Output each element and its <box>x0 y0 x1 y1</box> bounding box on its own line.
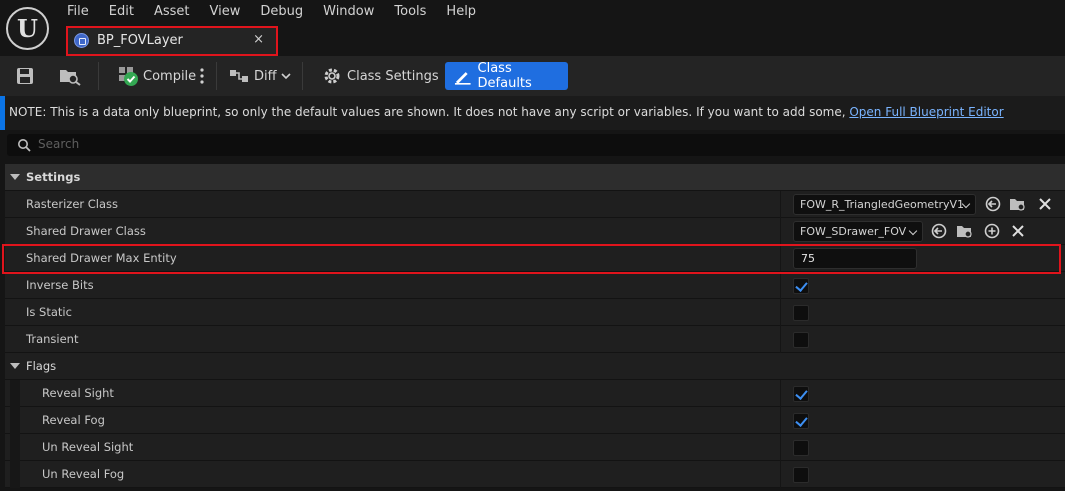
clear-icon[interactable] <box>1036 195 1054 213</box>
clear-icon[interactable] <box>1009 222 1027 240</box>
property-un-reveal-fog: Un Reveal Fog <box>5 461 1065 488</box>
diff-icon <box>230 70 248 82</box>
menu-help[interactable]: Help <box>436 0 486 24</box>
rasterizer-class-combo[interactable]: FOW_R_TriangledGeometryV1 <box>793 194 976 215</box>
close-tab-icon[interactable]: × <box>253 32 264 47</box>
property-inverse-bits: Inverse Bits <box>5 272 1065 299</box>
menu-bar: File Edit Asset View Debug Window Tools … <box>57 0 486 24</box>
browse-button[interactable] <box>58 62 82 90</box>
note-text: NOTE: This is a data only blueprint, so … <box>9 105 850 119</box>
collapse-arrow-icon[interactable] <box>10 363 20 369</box>
property-label: Reveal Fog <box>42 413 105 427</box>
reveal-sight-checkbox[interactable] <box>793 386 809 402</box>
open-full-blueprint-editor-link[interactable]: Open Full Blueprint Editor <box>849 105 1003 119</box>
property-label: Shared Drawer Max Entity <box>26 251 177 265</box>
save-button[interactable] <box>15 62 35 90</box>
diff-button[interactable]: Diff <box>229 62 291 90</box>
combo-value: FOW_SDrawer_FOV <box>800 225 907 238</box>
un-reveal-fog-checkbox[interactable] <box>793 467 809 483</box>
shared-drawer-max-entity-field[interactable]: 75 <box>793 248 917 269</box>
gear-icon <box>324 68 340 84</box>
compile-button[interactable]: Compile <box>117 62 196 90</box>
menu-window[interactable]: Window <box>313 0 384 24</box>
compile-icon <box>119 67 138 86</box>
search-icon <box>18 139 31 152</box>
menu-file[interactable]: File <box>57 0 99 24</box>
menu-tools[interactable]: Tools <box>384 0 436 24</box>
property-label: Transient <box>26 332 79 346</box>
is-static-checkbox[interactable] <box>793 305 809 321</box>
search-input[interactable]: Search <box>7 134 1065 156</box>
chevron-down-icon <box>908 226 918 236</box>
property-reveal-sight: Reveal Sight <box>5 380 1065 407</box>
category-label: Flags <box>26 359 57 373</box>
class-settings-label: Class Settings <box>347 68 439 84</box>
menu-debug[interactable]: Debug <box>250 0 313 24</box>
property-reveal-fog: Reveal Fog <box>5 407 1065 434</box>
chevron-down-icon <box>281 73 291 80</box>
inverse-bits-checkbox[interactable] <box>793 278 809 294</box>
property-label: Is Static <box>26 305 72 319</box>
field-value: 75 <box>801 252 815 265</box>
property-label: Un Reveal Sight <box>42 440 134 454</box>
search-placeholder: Search <box>38 137 80 151</box>
category-label: Settings <box>26 170 81 184</box>
menu-asset[interactable]: Asset <box>144 0 200 24</box>
property-shared-drawer-class: Shared Drawer Class FOW_SDrawer_FOV <box>5 218 1065 245</box>
details-panel: Settings Rasterizer Class FOW_R_Triangle… <box>5 164 1065 491</box>
class-defaults-icon <box>454 72 471 85</box>
property-label: Rasterizer Class <box>26 197 119 211</box>
title-bar: U File Edit Asset View Debug Window Tool… <box>0 0 1065 56</box>
shared-drawer-class-combo[interactable]: FOW_SDrawer_FOV <box>793 221 923 242</box>
use-selected-icon[interactable] <box>930 222 948 240</box>
property-transient: Transient <box>5 326 1065 353</box>
use-selected-icon[interactable] <box>984 195 1002 213</box>
diff-label: Diff <box>254 68 277 84</box>
compile-options-icon[interactable] <box>199 62 205 90</box>
class-defaults-label: Class Defaults <box>477 61 532 91</box>
toolbar-separator <box>216 62 217 90</box>
property-label: Inverse Bits <box>26 278 94 292</box>
property-label: Reveal Sight <box>42 386 114 400</box>
property-rasterizer-class: Rasterizer Class FOW_R_TriangledGeometry… <box>5 191 1065 218</box>
tab-label: BP_FOVLayer <box>97 33 183 48</box>
class-settings-button[interactable]: Class Settings <box>322 62 439 90</box>
transient-checkbox[interactable] <box>793 332 809 348</box>
menu-view[interactable]: View <box>200 0 251 24</box>
reveal-fog-checkbox[interactable] <box>793 413 809 429</box>
menu-edit[interactable]: Edit <box>99 0 144 24</box>
category-flags[interactable]: Flags <box>5 353 1065 380</box>
browse-folder-icon <box>60 70 81 86</box>
document-tab[interactable]: BP_FOVLayer × <box>66 26 278 56</box>
add-icon[interactable] <box>983 222 1001 240</box>
data-only-note: NOTE: This is a data only blueprint, so … <box>0 96 1065 130</box>
property-label: Un Reveal Fog <box>42 467 125 481</box>
blueprint-icon <box>74 33 89 48</box>
property-shared-drawer-max-entity: Shared Drawer Max Entity 75 <box>5 245 1065 272</box>
toolbar-separator <box>98 62 99 90</box>
property-un-reveal-sight: Un Reveal Sight <box>5 434 1065 461</box>
collapse-arrow-icon[interactable] <box>10 174 20 180</box>
un-reveal-sight-checkbox[interactable] <box>793 440 809 456</box>
unreal-logo-icon[interactable]: U <box>6 7 49 50</box>
combo-value: FOW_R_TriangledGeometryV1 <box>800 198 965 211</box>
class-defaults-button[interactable]: Class Defaults <box>445 61 568 91</box>
property-is-static: Is Static <box>5 299 1065 326</box>
property-label: Shared Drawer Class <box>26 224 146 238</box>
category-settings[interactable]: Settings <box>5 164 1065 191</box>
toolbar: Compile Diff Class Settings Class Defaul… <box>0 56 1065 96</box>
browse-asset-icon[interactable] <box>956 222 974 240</box>
browse-asset-icon[interactable] <box>1009 195 1027 213</box>
toolbar-separator <box>302 62 303 90</box>
compile-label: Compile <box>143 68 197 84</box>
save-icon <box>17 68 33 84</box>
